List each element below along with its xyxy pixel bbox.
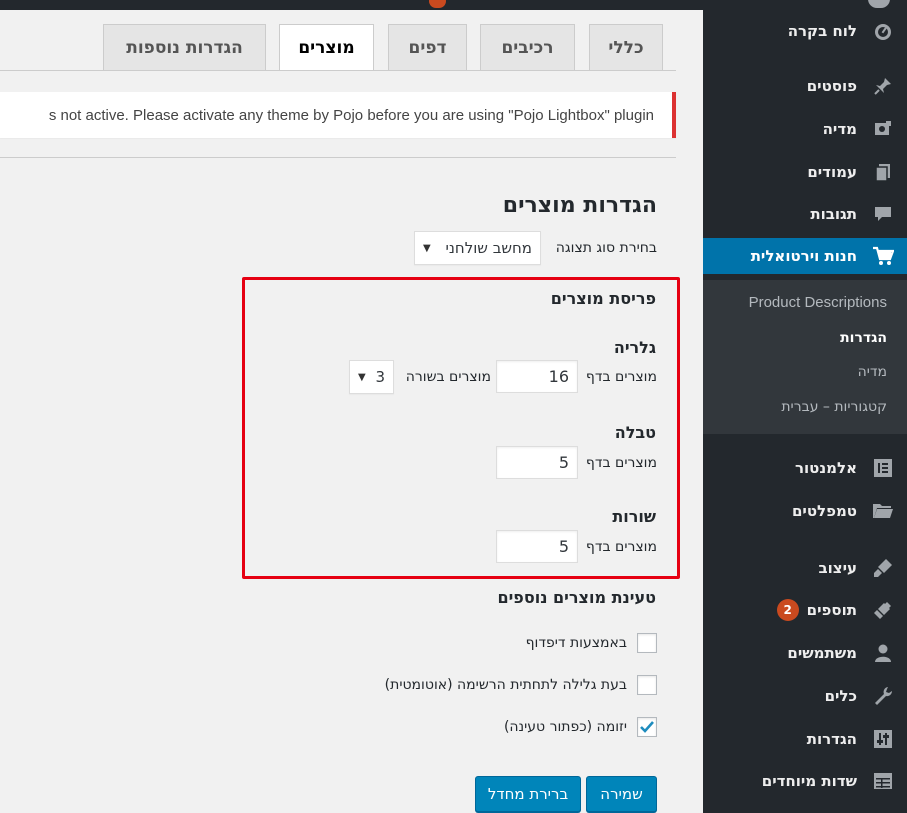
admin-bar xyxy=(0,0,907,10)
save-button[interactable]: שמירה xyxy=(586,776,657,812)
notification-bubble[interactable] xyxy=(429,0,446,8)
table-per-page-input[interactable]: 5 xyxy=(496,446,578,479)
menu-item-media[interactable]: מדיה xyxy=(703,111,907,147)
menu-label: מדיה xyxy=(822,120,857,138)
gallery-per-row-select[interactable]: 3 ▼ xyxy=(349,360,394,394)
menu-item-elementor[interactable]: אלמנטור xyxy=(703,450,907,486)
checkmark-icon xyxy=(640,721,654,733)
rows-per-page-label: מוצרים בדף xyxy=(585,539,657,555)
separator xyxy=(0,157,676,158)
gallery-per-page-input[interactable]: 16 xyxy=(496,360,578,393)
brush-icon xyxy=(865,550,901,586)
submenu-product-descriptions[interactable]: Product Descriptions xyxy=(749,294,887,311)
gallery-title: גלריה xyxy=(613,338,656,357)
folder-icon xyxy=(865,493,901,529)
tab-advanced[interactable]: הגדרות נוספות xyxy=(103,24,266,70)
elementor-icon xyxy=(865,450,901,486)
menu-item-templates[interactable]: טמפלטים xyxy=(703,493,907,529)
menu-item-store[interactable]: חנות וירטואלית xyxy=(695,238,907,274)
table-per-page-label: מוצרים בדף xyxy=(585,455,657,471)
menu-item-plugins[interactable]: תוספים 2 xyxy=(703,592,907,628)
tabs-divider xyxy=(0,70,676,71)
menu-item-posts[interactable]: פוסטים xyxy=(703,68,907,104)
wordpress-logo-icon[interactable] xyxy=(868,0,890,8)
settings-sliders-icon xyxy=(865,721,901,757)
error-notice: s not active. Please activate any theme … xyxy=(0,92,676,138)
menu-label: שדות מיוחדים xyxy=(761,772,857,790)
menu-item-users[interactable]: משתמשים xyxy=(703,635,907,671)
menu-label: משתמשים xyxy=(787,644,857,662)
menu-item-custom-fields[interactable]: שדות מיוחדים xyxy=(703,763,907,799)
cart-icon xyxy=(865,238,901,274)
option-label: באמצעות דיפדוף xyxy=(525,635,627,651)
option-pagination[interactable]: באמצעות דיפדוף xyxy=(526,632,657,654)
display-type-label: בחירת סוג תצוגה xyxy=(555,240,657,256)
dashboard-icon xyxy=(865,13,901,49)
dropdown-arrow-icon: ▼ xyxy=(423,242,431,254)
display-type-select[interactable]: מחשב שולחני ▼ xyxy=(414,231,541,265)
user-icon xyxy=(865,635,901,671)
page-title: הגדרות מוצרים xyxy=(502,193,657,218)
store-submenu: Product Descriptions הגדרות מדיה קטגוריו… xyxy=(703,280,907,434)
submenu-settings[interactable]: הגדרות xyxy=(840,330,887,346)
wrench-icon xyxy=(865,678,901,714)
rows-title: שורות xyxy=(612,507,656,526)
load-more-title: טעינת מוצרים נוספים xyxy=(497,588,656,607)
menu-item-settings[interactable]: הגדרות xyxy=(703,721,907,757)
checkbox[interactable] xyxy=(637,675,657,695)
menu-label: פוסטים xyxy=(806,77,857,95)
per-row-value: 3 xyxy=(375,368,385,386)
menu-label: תוספים xyxy=(806,601,857,619)
menu-item-tools[interactable]: כלים xyxy=(703,678,907,714)
menu-label: כלים xyxy=(824,687,857,705)
option-load-more-button[interactable]: יזומה (כפתור טעינה) xyxy=(504,716,657,738)
rows-per-page-input[interactable]: 5 xyxy=(496,530,578,563)
menu-item-pages[interactable]: עמודים xyxy=(703,154,907,190)
menu-label: טמפלטים xyxy=(791,502,857,520)
display-type-value: מחשב שולחני xyxy=(445,239,532,257)
reset-defaults-button[interactable]: ברירת מחדל xyxy=(475,776,581,812)
notice-text: s not active. Please activate any theme … xyxy=(48,106,654,124)
pages-icon xyxy=(865,154,901,190)
tab-components[interactable]: רכיבים xyxy=(480,24,575,70)
menu-label: לוח בקרה xyxy=(787,22,857,40)
menu-item-appearance[interactable]: עיצוב xyxy=(703,550,907,586)
admin-sidebar: לוח בקרה פוסטים מדיה עמודים תגובות חנות … xyxy=(695,10,907,813)
media-icon xyxy=(865,111,901,147)
menu-item-comments[interactable]: תגובות xyxy=(703,196,907,232)
option-label: יזומה (כפתור טעינה) xyxy=(503,719,627,735)
submenu-media[interactable]: מדיה xyxy=(858,364,887,380)
gallery-per-page-label: מוצרים בדף xyxy=(585,369,657,385)
layout-section-title: פריסת מוצרים xyxy=(550,289,656,308)
gallery-per-row-label: מוצרים בשורה xyxy=(405,369,491,385)
menu-label: חנות וירטואלית xyxy=(750,247,857,265)
tab-products[interactable]: מוצרים xyxy=(279,24,374,71)
table-icon xyxy=(865,763,901,799)
dropdown-arrow-icon: ▼ xyxy=(358,371,366,383)
option-infinite-scroll[interactable]: בעת גלילה לתחתית הרשימה (אוטומטית) xyxy=(385,674,657,696)
plugins-update-badge: 2 xyxy=(776,599,799,621)
comment-icon xyxy=(865,196,901,232)
table-title: טבלה xyxy=(614,423,656,442)
checkbox[interactable] xyxy=(637,633,657,653)
menu-label: אלמנטור xyxy=(794,459,857,477)
submenu-categories[interactable]: קטגוריות – עברית xyxy=(781,399,887,415)
menu-label: עיצוב xyxy=(818,559,858,577)
option-label: בעת גלילה לתחתית הרשימה (אוטומטית) xyxy=(384,677,627,693)
menu-item-dashboard[interactable]: לוח בקרה xyxy=(703,13,907,49)
menu-label: עמודים xyxy=(807,163,857,181)
menu-label: תגובות xyxy=(810,205,857,223)
tab-pages[interactable]: דפים xyxy=(388,24,467,70)
tab-general[interactable]: כללי xyxy=(589,24,663,70)
checkbox[interactable] xyxy=(637,717,657,737)
pin-icon xyxy=(865,68,901,104)
menu-label: הגדרות xyxy=(806,730,857,748)
plug-icon xyxy=(865,592,901,628)
